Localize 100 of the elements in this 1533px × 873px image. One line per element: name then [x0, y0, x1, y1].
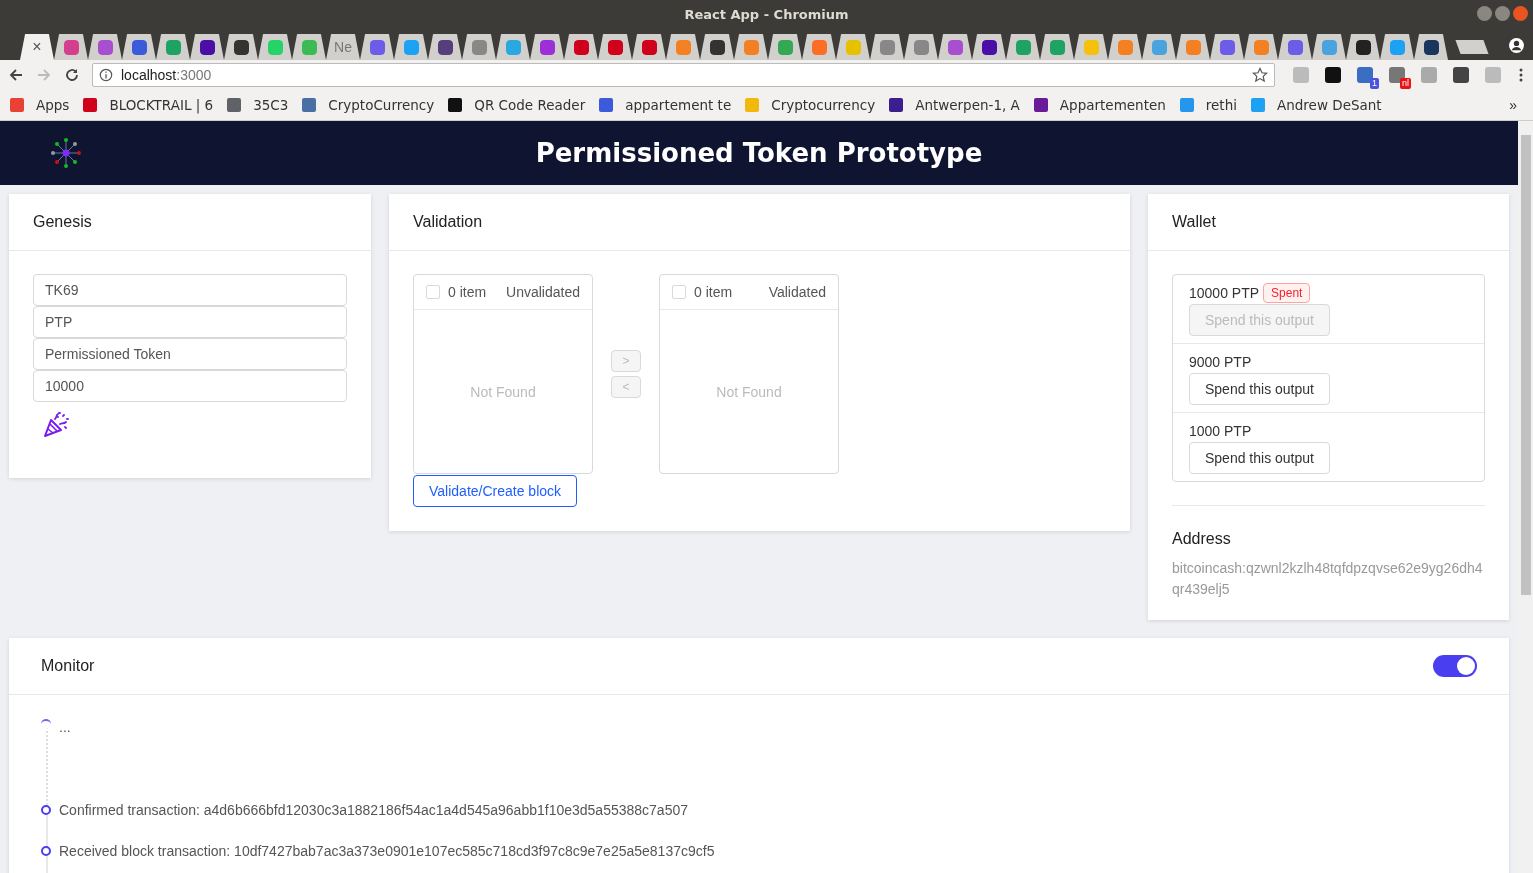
browser-tab[interactable]	[1414, 34, 1448, 60]
timeline-dot-icon	[41, 845, 51, 856]
bookmark-item[interactable]: appartement te	[599, 97, 732, 113]
app-title: Permissioned Token Prototype	[535, 138, 983, 168]
browser-tab[interactable]	[1278, 34, 1312, 60]
browser-tab[interactable]	[1346, 34, 1380, 60]
spend-button[interactable]: Spend this output	[1189, 442, 1330, 474]
input-field[interactable]: 10000	[33, 370, 347, 402]
bookmark-star-icon[interactable]	[1252, 67, 1268, 83]
bookmark-item[interactable]: Cryptocurrency	[745, 97, 876, 113]
count-badge: 1	[1370, 78, 1379, 89]
more-bookmarks-button[interactable]: »	[1509, 97, 1517, 113]
bookmark-item[interactable]: BLOCKTRAIL | 6	[83, 97, 214, 113]
item-count: 0 item	[448, 284, 487, 300]
empty-text: Not Found	[470, 383, 536, 400]
checkbox[interactable]	[672, 285, 686, 299]
browser-tab[interactable]	[54, 34, 88, 60]
network-logo-icon	[50, 137, 82, 169]
validate-button[interactable]: Validate/Create block	[413, 475, 578, 507]
browser-tab[interactable]	[224, 34, 258, 60]
card-title: Validation	[413, 213, 483, 231]
browser-tab[interactable]	[1006, 34, 1040, 60]
card-title: Genesis	[33, 213, 92, 231]
browser-tab[interactable]	[870, 34, 904, 60]
browser-tab[interactable]	[1210, 34, 1244, 60]
address-bar[interactable]: localhost:3000	[92, 63, 1275, 87]
url-text: localhost:3000	[121, 67, 213, 83]
browser-tab[interactable]	[1176, 34, 1210, 60]
browser-tab[interactable]	[258, 34, 292, 60]
browser-tab[interactable]	[1142, 34, 1176, 60]
toggle-switch[interactable]	[1433, 655, 1477, 677]
browser-tab[interactable]	[904, 34, 938, 60]
window-title: React App - Chromium	[684, 6, 849, 22]
timeline-dot-icon	[41, 804, 51, 815]
extension-icon[interactable]	[1325, 67, 1341, 83]
profile-icon[interactable]	[1508, 37, 1525, 54]
menu-icon[interactable]	[1519, 67, 1523, 83]
browser-tab[interactable]	[802, 34, 836, 60]
card-title: Monitor	[41, 657, 95, 675]
event-text: Confirmed transaction: a4d6b666bfd12030c3a1882186f54ac1a4d545a96abb1f10e3d5a55388c7a507	[59, 801, 688, 818]
spent-tag: Spent	[1263, 283, 1311, 303]
browser-tab[interactable]	[1380, 34, 1414, 60]
browser-tab[interactable]	[122, 34, 156, 60]
empty-text: Not Found	[716, 383, 782, 400]
browser-tab[interactable]	[530, 34, 564, 60]
browser-tab[interactable]	[972, 34, 1006, 60]
new-tab-button[interactable]	[1455, 40, 1489, 54]
event-text: Received block transaction: 10df7427bab7ac3a373e0901e107ec585c718cd3f97c8c9e7e25a5e8137c9cf5	[59, 842, 715, 859]
list-title: Unvalidated	[506, 284, 580, 300]
bookmark-item[interactable]: Andrew DeSant	[1251, 97, 1382, 113]
maximize-icon[interactable]	[1495, 6, 1510, 21]
browser-tab[interactable]: ×	[20, 34, 54, 60]
amount-text: 10000 PTP	[1189, 285, 1260, 301]
close-icon[interactable]	[1513, 6, 1528, 21]
browser-tab[interactable]	[836, 34, 870, 60]
browser-tab[interactable]	[496, 34, 530, 60]
browser-tab[interactable]	[632, 34, 666, 60]
browser-tab[interactable]	[768, 34, 802, 60]
bookmark-item[interactable]: QR Code Reader	[448, 97, 586, 113]
browser-tab[interactable]	[292, 34, 326, 60]
loading-icon	[41, 719, 51, 729]
browser-tab[interactable]	[1244, 34, 1278, 60]
bookmark-item[interactable]: Antwerpen-1, A	[889, 97, 1020, 113]
browser-tab[interactable]	[700, 34, 734, 60]
browser-tab[interactable]	[1312, 34, 1346, 60]
browser-tab[interactable]	[88, 34, 122, 60]
minimize-icon[interactable]	[1477, 6, 1492, 21]
back-icon[interactable]	[8, 67, 24, 83]
party-popper-icon[interactable]	[43, 410, 71, 438]
browser-tab[interactable]	[1108, 34, 1142, 60]
bookmark-item[interactable]: Appartementen	[1033, 97, 1166, 113]
browser-tab[interactable]	[598, 34, 632, 60]
input-field[interactable]: PTP	[33, 306, 347, 338]
browser-tab[interactable]	[360, 34, 394, 60]
bookmark-item[interactable]: 35C3	[227, 97, 289, 113]
address-text: bitcoincash:qzwnl2kzlh48tqfdpzqvse62e9yg26dh4qr439elj5	[1172, 559, 1484, 599]
browser-tab[interactable]	[1040, 34, 1074, 60]
extension-icon[interactable]	[1453, 67, 1469, 83]
spend-button[interactable]: Spend this output	[1189, 373, 1330, 405]
item-count: 0 item	[694, 284, 733, 300]
browser-tab[interactable]	[666, 34, 700, 60]
count-badge: nl	[1400, 78, 1411, 89]
browser-tab[interactable]	[462, 34, 496, 60]
bookmark-item[interactable]: Apps	[10, 97, 70, 113]
info-icon[interactable]	[99, 68, 113, 82]
amount-text: 1000 PTP	[1189, 423, 1252, 439]
browser-tab[interactable]	[190, 34, 224, 60]
input-field[interactable]: Permissioned Token	[33, 338, 347, 370]
bookmark-item[interactable]: CryptoCurrency	[302, 97, 435, 113]
bookmark-item[interactable]: rethi	[1179, 97, 1237, 113]
browser-tab[interactable]	[734, 34, 768, 60]
browser-tab[interactable]	[156, 34, 190, 60]
browser-tab[interactable]	[428, 34, 462, 60]
browser-tab[interactable]	[564, 34, 598, 60]
browser-tab[interactable]	[394, 34, 428, 60]
reload-icon[interactable]	[64, 67, 80, 83]
checkbox[interactable]	[426, 285, 440, 299]
browser-tab[interactable]	[1074, 34, 1108, 60]
input-field[interactable]: TK69	[33, 274, 347, 306]
browser-tab[interactable]	[938, 34, 972, 60]
